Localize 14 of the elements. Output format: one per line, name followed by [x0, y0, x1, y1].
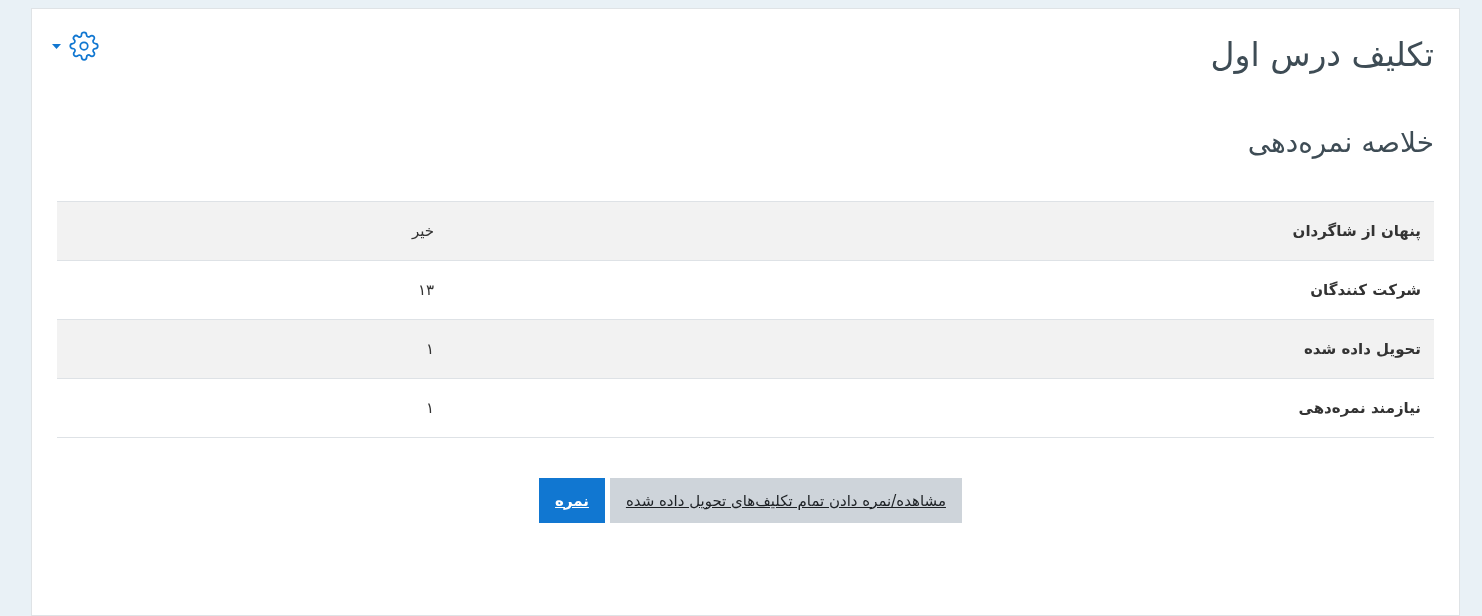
row-value: ۱ — [425, 399, 434, 417]
row-label: شرکت کنندگان — [1310, 281, 1422, 299]
row-value: ۱ — [425, 340, 434, 358]
row-label: نیازمند نمره‌دهی — [1298, 399, 1422, 417]
section-title: خلاصه نمره‌دهی — [1247, 125, 1434, 161]
caret-icon[interactable] — [52, 43, 61, 49]
row-value: خیر — [411, 222, 434, 240]
row-label: پنهان از شاگردان — [1292, 222, 1422, 240]
view-all-button[interactable]: مشاهده/نمره دادن تمام تکلیف‌های تحویل داده شده — [609, 478, 962, 523]
row-label: تحویل داده شده — [1304, 340, 1422, 358]
grade-button[interactable]: نمره — [539, 478, 605, 523]
gear-icon[interactable] — [69, 31, 99, 61]
row-value: ۱۳ — [417, 281, 434, 299]
page-title: تکلیف درس اول — [1210, 34, 1434, 76]
